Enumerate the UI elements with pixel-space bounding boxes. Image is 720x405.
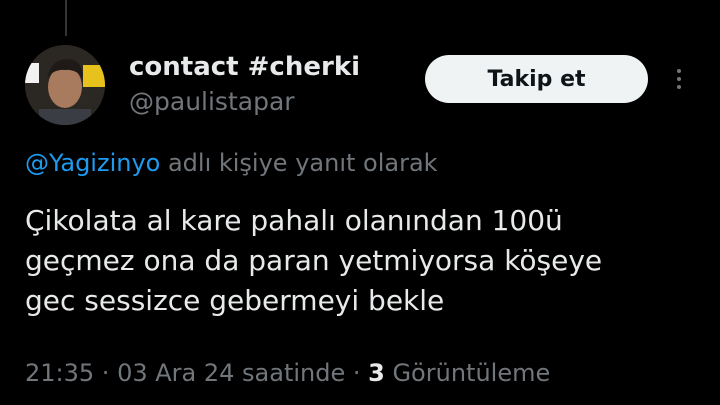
more-icon-dot [677,77,681,81]
avatar[interactable] [25,45,105,125]
tweet-text-line: Çikolata al kare pahalı olanından 100ü [25,204,563,237]
tweet-text: Çikolata al kare pahalı olanından 100ü g… [25,201,705,321]
tweet-text-line: geçmez ona da paran yetmiyorsa köşeye [25,244,603,277]
tweet-text-line: gec sessizce gebermeyi bekle [25,284,445,317]
more-options-button[interactable] [666,62,692,96]
more-icon-dot [677,85,681,89]
reply-context-suffix: adlı kişiye yanıt olarak [160,149,438,177]
meta-separator: · [345,359,369,387]
meta-separator: · [94,359,118,387]
profile-photo-icon [25,45,105,125]
reply-context: @Yagizinyo adlı kişiye yanıt olarak [25,146,438,180]
thread-connector-line [65,0,67,36]
views-label: Görüntüleme [384,359,551,387]
reply-mention-link[interactable]: @Yagizinyo [25,149,160,177]
tweet-time[interactable]: 21:35 [25,359,94,387]
author-display-name[interactable]: contact #cherki [129,50,360,84]
tweet-meta: 21:35 · 03 Ara 24 saatinde · 3 Görüntüle… [25,356,550,390]
tweet-date[interactable]: 03 Ara 24 saatinde [117,359,345,387]
follow-button[interactable]: Takip et [425,55,648,103]
author-handle[interactable]: @paulistapar [129,86,295,118]
views-count: 3 [368,359,385,387]
more-icon-dot [677,69,681,73]
